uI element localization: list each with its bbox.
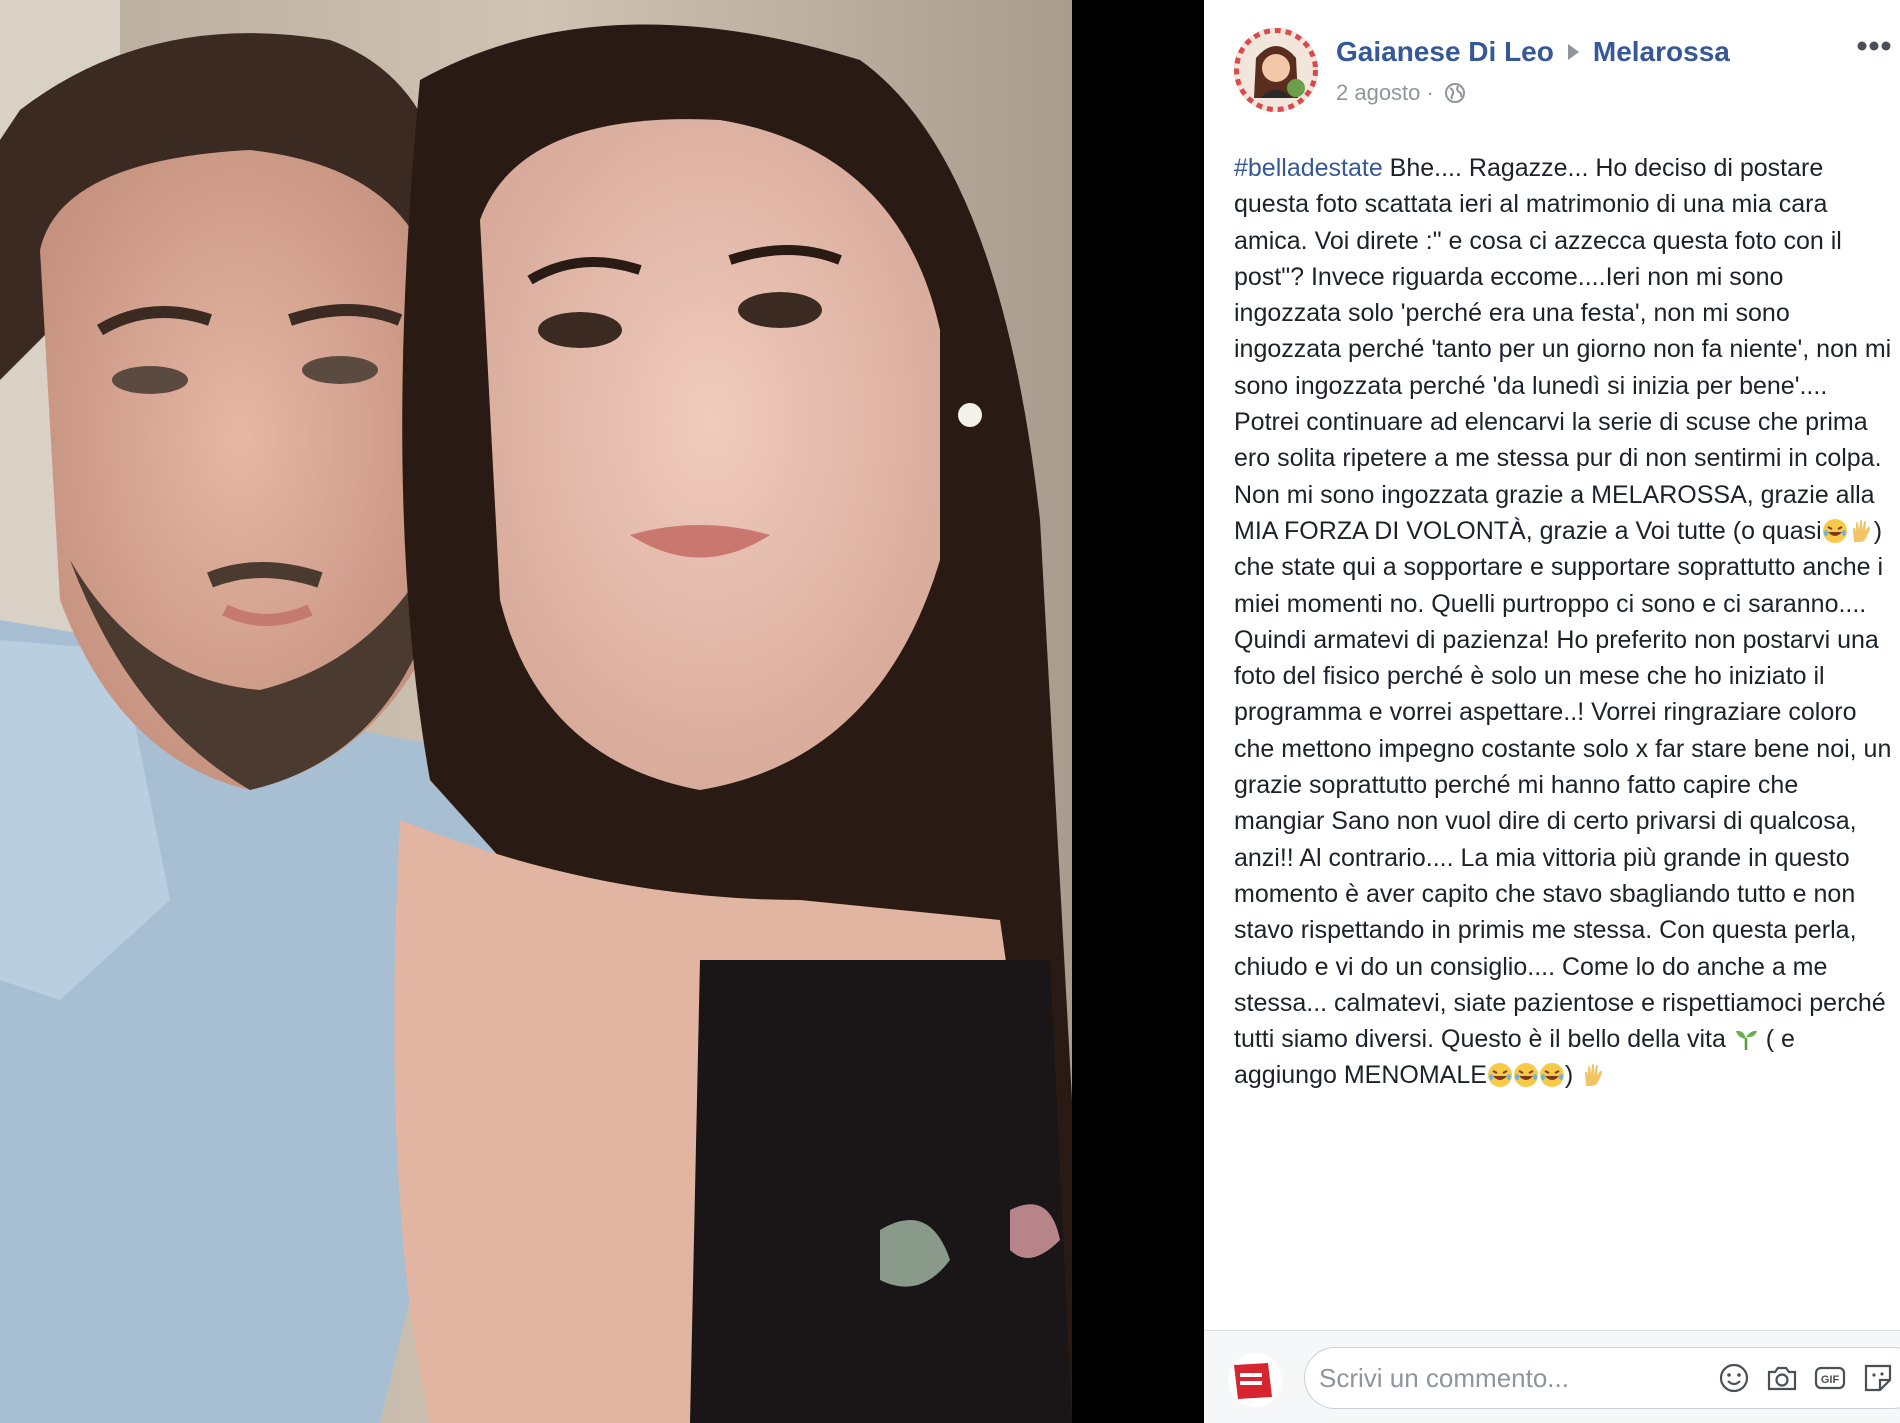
seedling-emoji-icon bbox=[1735, 1031, 1757, 1051]
sticker-icon[interactable] bbox=[1861, 1361, 1895, 1395]
laughing-emoji-icon bbox=[1539, 1063, 1564, 1088]
post-header: Gaianese Di Leo Melarossa 2 agosto · bbox=[1234, 28, 1900, 118]
hashtag-link[interactable]: #belladestate bbox=[1234, 154, 1383, 182]
post-panel: Gaianese Di Leo Melarossa 2 agosto · #bel… bbox=[1204, 0, 1900, 1423]
laughing-emoji-icon bbox=[1487, 1063, 1512, 1088]
laughing-emoji-icon bbox=[1822, 518, 1847, 543]
raised-hand-emoji-icon bbox=[1585, 1064, 1603, 1087]
author-avatar[interactable] bbox=[1234, 28, 1318, 112]
raised-hand-emoji-icon bbox=[1852, 519, 1870, 542]
photo-viewer[interactable] bbox=[0, 0, 1072, 1423]
emoji-icon[interactable] bbox=[1717, 1361, 1751, 1395]
post-text-4: ) bbox=[1564, 1061, 1581, 1090]
post-photo[interactable] bbox=[0, 0, 1072, 1423]
camera-icon[interactable] bbox=[1765, 1361, 1799, 1395]
arrow-right-icon bbox=[1567, 44, 1579, 61]
gif-icon[interactable]: GIF bbox=[1813, 1361, 1847, 1395]
viewer-gap bbox=[1072, 0, 1204, 1423]
post-body: #belladestate Bhe.... Ragazze... Ho deci… bbox=[1234, 150, 1894, 1094]
comment-input[interactable]: Scrivi un commento... GIF bbox=[1304, 1347, 1900, 1409]
author-name[interactable]: Gaianese Di Leo bbox=[1336, 36, 1554, 67]
svg-text:GIF: GIF bbox=[1821, 1374, 1840, 1386]
more-options-icon[interactable] bbox=[1856, 40, 1892, 52]
commenter-avatar[interactable] bbox=[1228, 1353, 1282, 1407]
post-text-1: Bhe.... Ragazze... Ho deciso di postare … bbox=[1234, 154, 1892, 545]
group-name[interactable]: Melarossa bbox=[1593, 36, 1730, 67]
date-separator: · bbox=[1426, 80, 1434, 105]
globe-icon bbox=[1444, 83, 1465, 103]
post-text-2: ) che state qui a sopportare e supportar… bbox=[1234, 516, 1892, 1054]
laughing-emoji-icon bbox=[1513, 1063, 1538, 1088]
comment-bar: Scrivi un commento... GIF bbox=[1204, 1330, 1900, 1423]
comment-placeholder: Scrivi un commento... bbox=[1319, 1363, 1569, 1393]
post-date[interactable]: 2 agosto bbox=[1336, 80, 1420, 105]
